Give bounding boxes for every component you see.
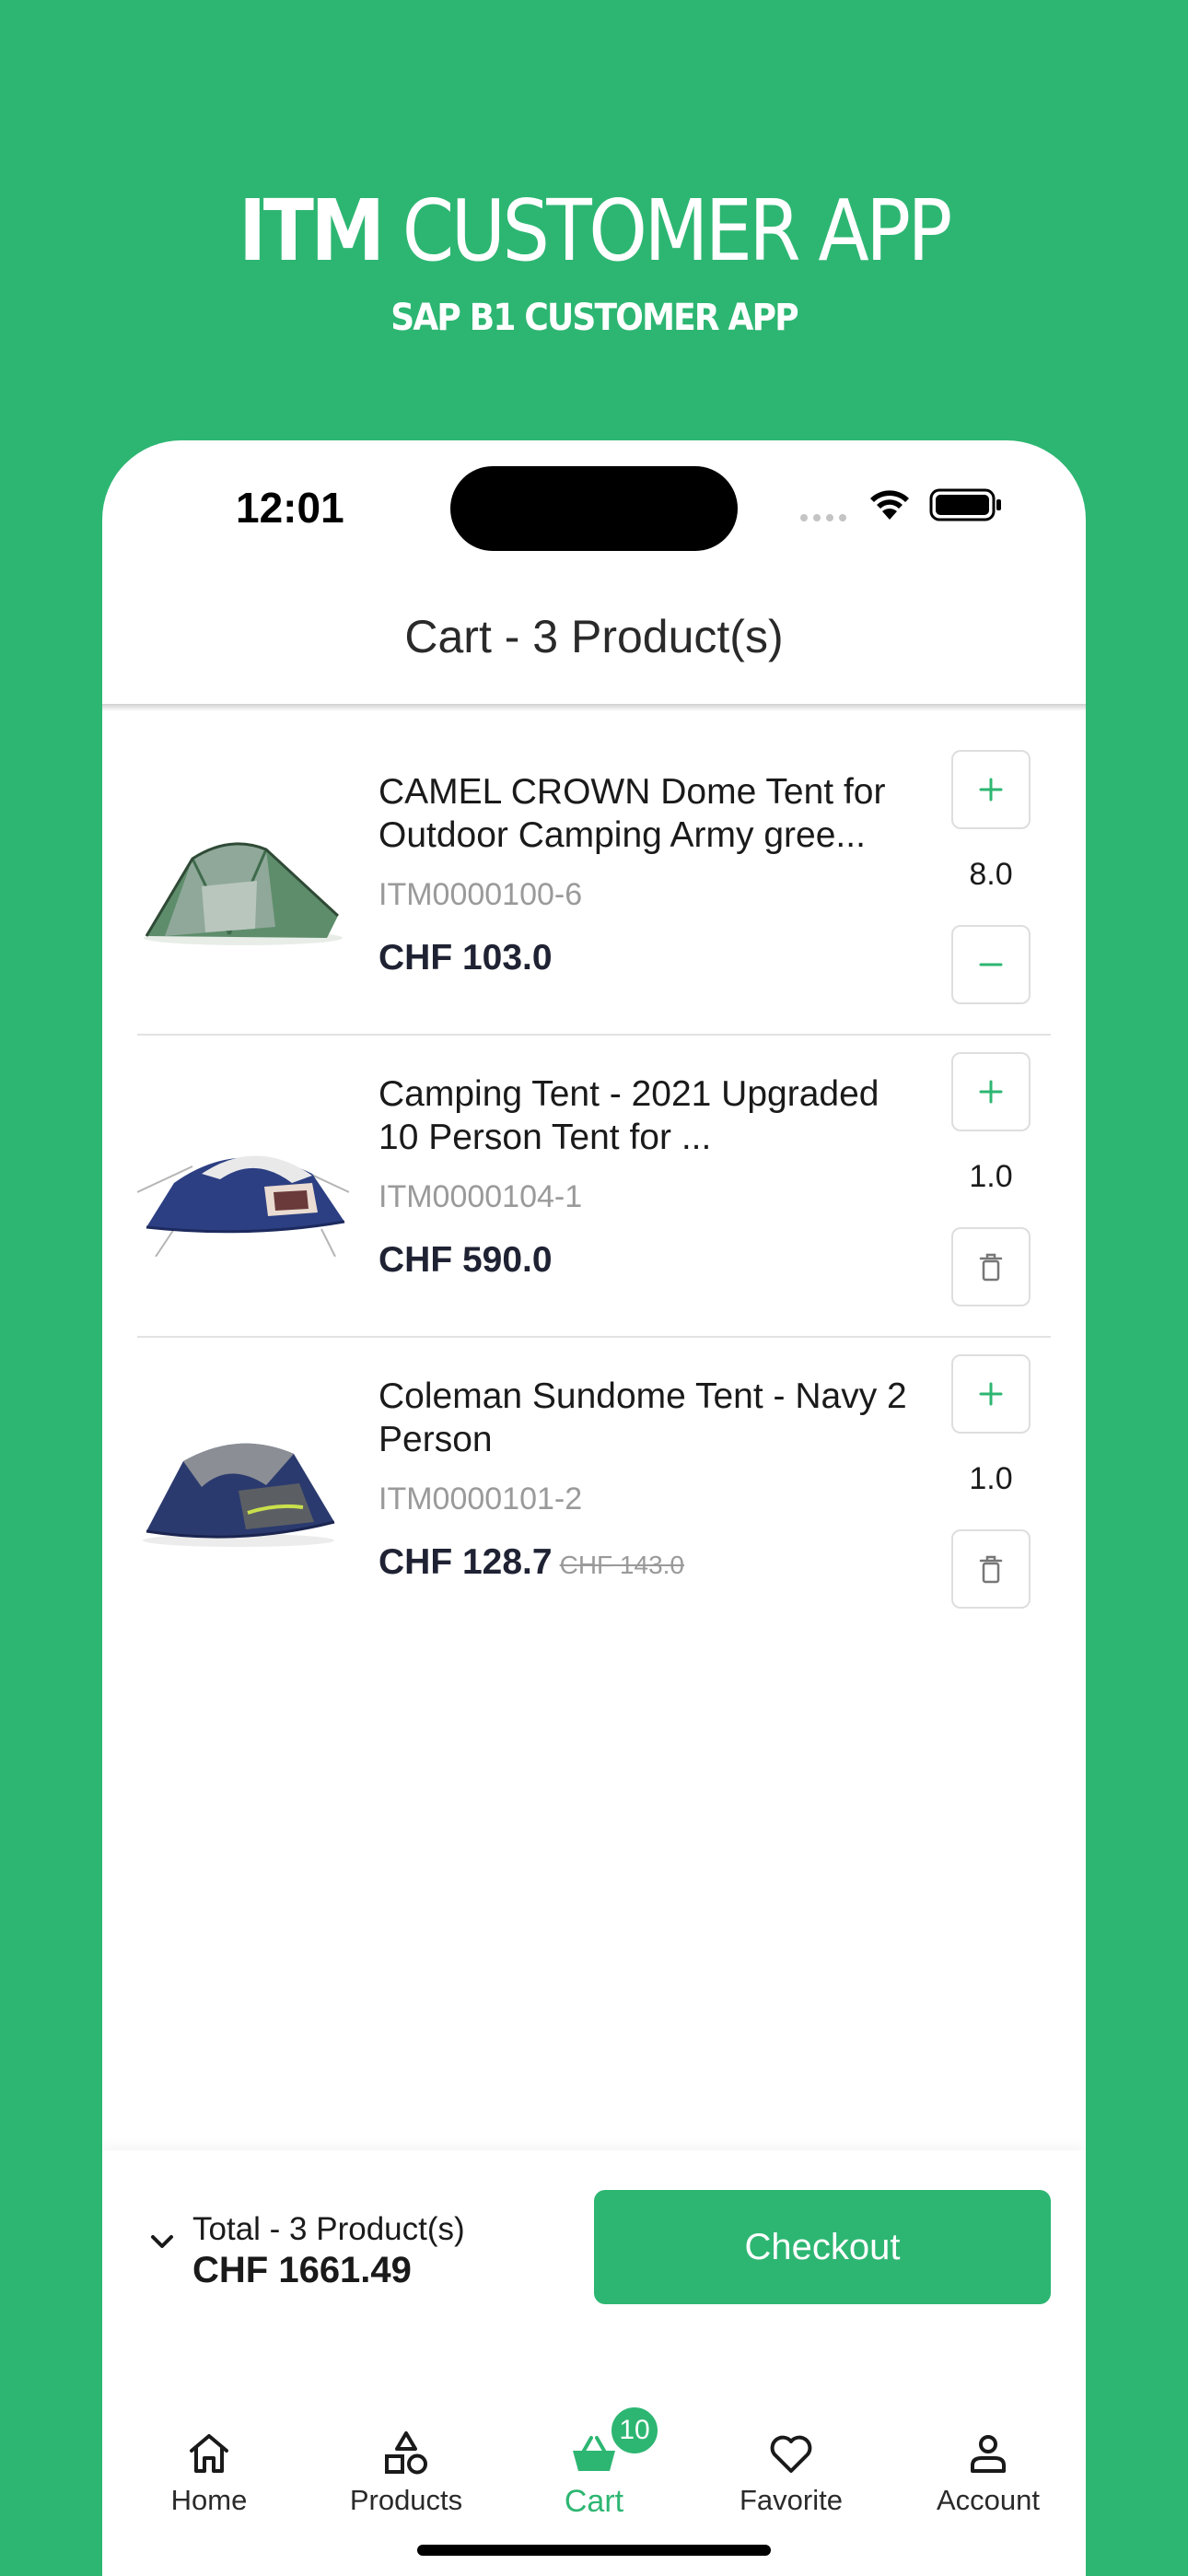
tab-cart[interactable]: Cart 10 (502, 2384, 686, 2523)
chevron-down-icon[interactable] (148, 2228, 176, 2255)
battery-icon (929, 488, 1001, 521)
product-price: CHF 590.0 (379, 1240, 553, 1281)
plus-icon (979, 1080, 1003, 1104)
original-price: CHF 143.0 (559, 1551, 684, 1579)
quantity-value: 1.0 (969, 1159, 1013, 1194)
product-image (143, 1443, 335, 1547)
tab-label: Account (936, 2484, 1040, 2516)
promo-title-rest: CUSTOMER APP (402, 181, 953, 280)
product-name: Camping Tent - 2021 Upgraded 10 Person T… (379, 1074, 879, 1157)
promo-subtitle: SAP B1 CUSTOMER APP (390, 297, 798, 339)
phone-screen: 12:01 Cart - 3 Product(s) CAMEL CROWN Do… (102, 440, 1086, 2576)
product-price: CHF 103.0 (379, 938, 553, 978)
current-price: CHF 128.7 (379, 1542, 553, 1582)
cart-list: CAMEL CROWN Dome Tent for Outdoor Campin… (137, 733, 1051, 1640)
cellular-signal-icon (800, 514, 846, 521)
tab-label: Cart (564, 2484, 624, 2519)
cart-count-badge: 10 (609, 2405, 660, 2456)
promo-title: ITM CUSTOMER APP (71, 189, 1116, 274)
home-indicator[interactable] (417, 2545, 771, 2556)
tab-label: Products (349, 2484, 463, 2516)
product-name: CAMEL CROWN Dome Tent for Outdoor Campin… (379, 772, 886, 855)
checkout-button[interactable]: Checkout (594, 2190, 1051, 2304)
decrease-quantity-button[interactable] (951, 925, 1031, 1004)
trash-icon (979, 1555, 1003, 1584)
home-icon (190, 2434, 228, 2473)
tab-products[interactable]: Products (314, 2384, 498, 2523)
trash-icon (979, 1253, 1003, 1282)
remove-item-button[interactable] (951, 1529, 1031, 1609)
page-title: Cart - 3 Product(s) (404, 611, 784, 662)
person-icon (971, 2435, 1006, 2473)
minus-icon (979, 963, 1003, 966)
tab-home[interactable]: Home (117, 2384, 301, 2523)
current-price: CHF 103.0 (379, 938, 553, 978)
increase-quantity-button[interactable] (951, 1354, 1031, 1434)
product-code: ITM0000100-6 (379, 877, 583, 912)
status-time: 12:01 (236, 484, 344, 532)
increase-quantity-button[interactable] (951, 750, 1031, 829)
quantity-value: 8.0 (969, 857, 1013, 892)
quantity-value: 1.0 (969, 1461, 1013, 1496)
cart-item[interactable]: CAMEL CROWN Dome Tent for Outdoor Campin… (137, 733, 1051, 1036)
cart-item[interactable]: Coleman Sundome Tent - Navy 2 Person ITM… (137, 1338, 1051, 1640)
wifi-icon (870, 490, 909, 520)
shapes-icon (385, 2431, 427, 2475)
product-image (137, 1155, 349, 1257)
product-code: ITM0000101-2 (379, 1481, 583, 1516)
heart-icon (770, 2435, 812, 2473)
cart-item[interactable]: Camping Tent - 2021 Upgraded 10 Person T… (137, 1036, 1051, 1338)
product-code: ITM0000104-1 (379, 1179, 583, 1214)
product-image (144, 842, 343, 945)
plus-icon (979, 778, 1003, 802)
promo-title-brand: ITM (239, 181, 385, 280)
total-amount: CHF 1661.49 (192, 2250, 412, 2290)
remove-item-button[interactable] (951, 1227, 1031, 1306)
cart-summary: Total - 3 Product(s) CHF 1661.49 Checkou… (102, 2150, 1086, 2381)
tab-favorite[interactable]: Favorite (699, 2384, 883, 2523)
current-price: CHF 590.0 (379, 1240, 553, 1280)
tab-account[interactable]: Account (896, 2384, 1080, 2523)
header-divider (102, 704, 1086, 711)
total-label: Total - 3 Product(s) (192, 2211, 465, 2247)
tab-label: Home (170, 2484, 248, 2516)
product-name: Coleman Sundome Tent - Navy 2 Person (379, 1376, 907, 1459)
tab-bar: Home Products Cart 10 Favorite Account (102, 2384, 1086, 2550)
dynamic-island (450, 466, 738, 551)
plus-icon (979, 1382, 1003, 1406)
tab-label: Favorite (740, 2484, 843, 2516)
increase-quantity-button[interactable] (951, 1052, 1031, 1131)
product-price: CHF 128.7 CHF 143.0 (379, 1542, 684, 1583)
